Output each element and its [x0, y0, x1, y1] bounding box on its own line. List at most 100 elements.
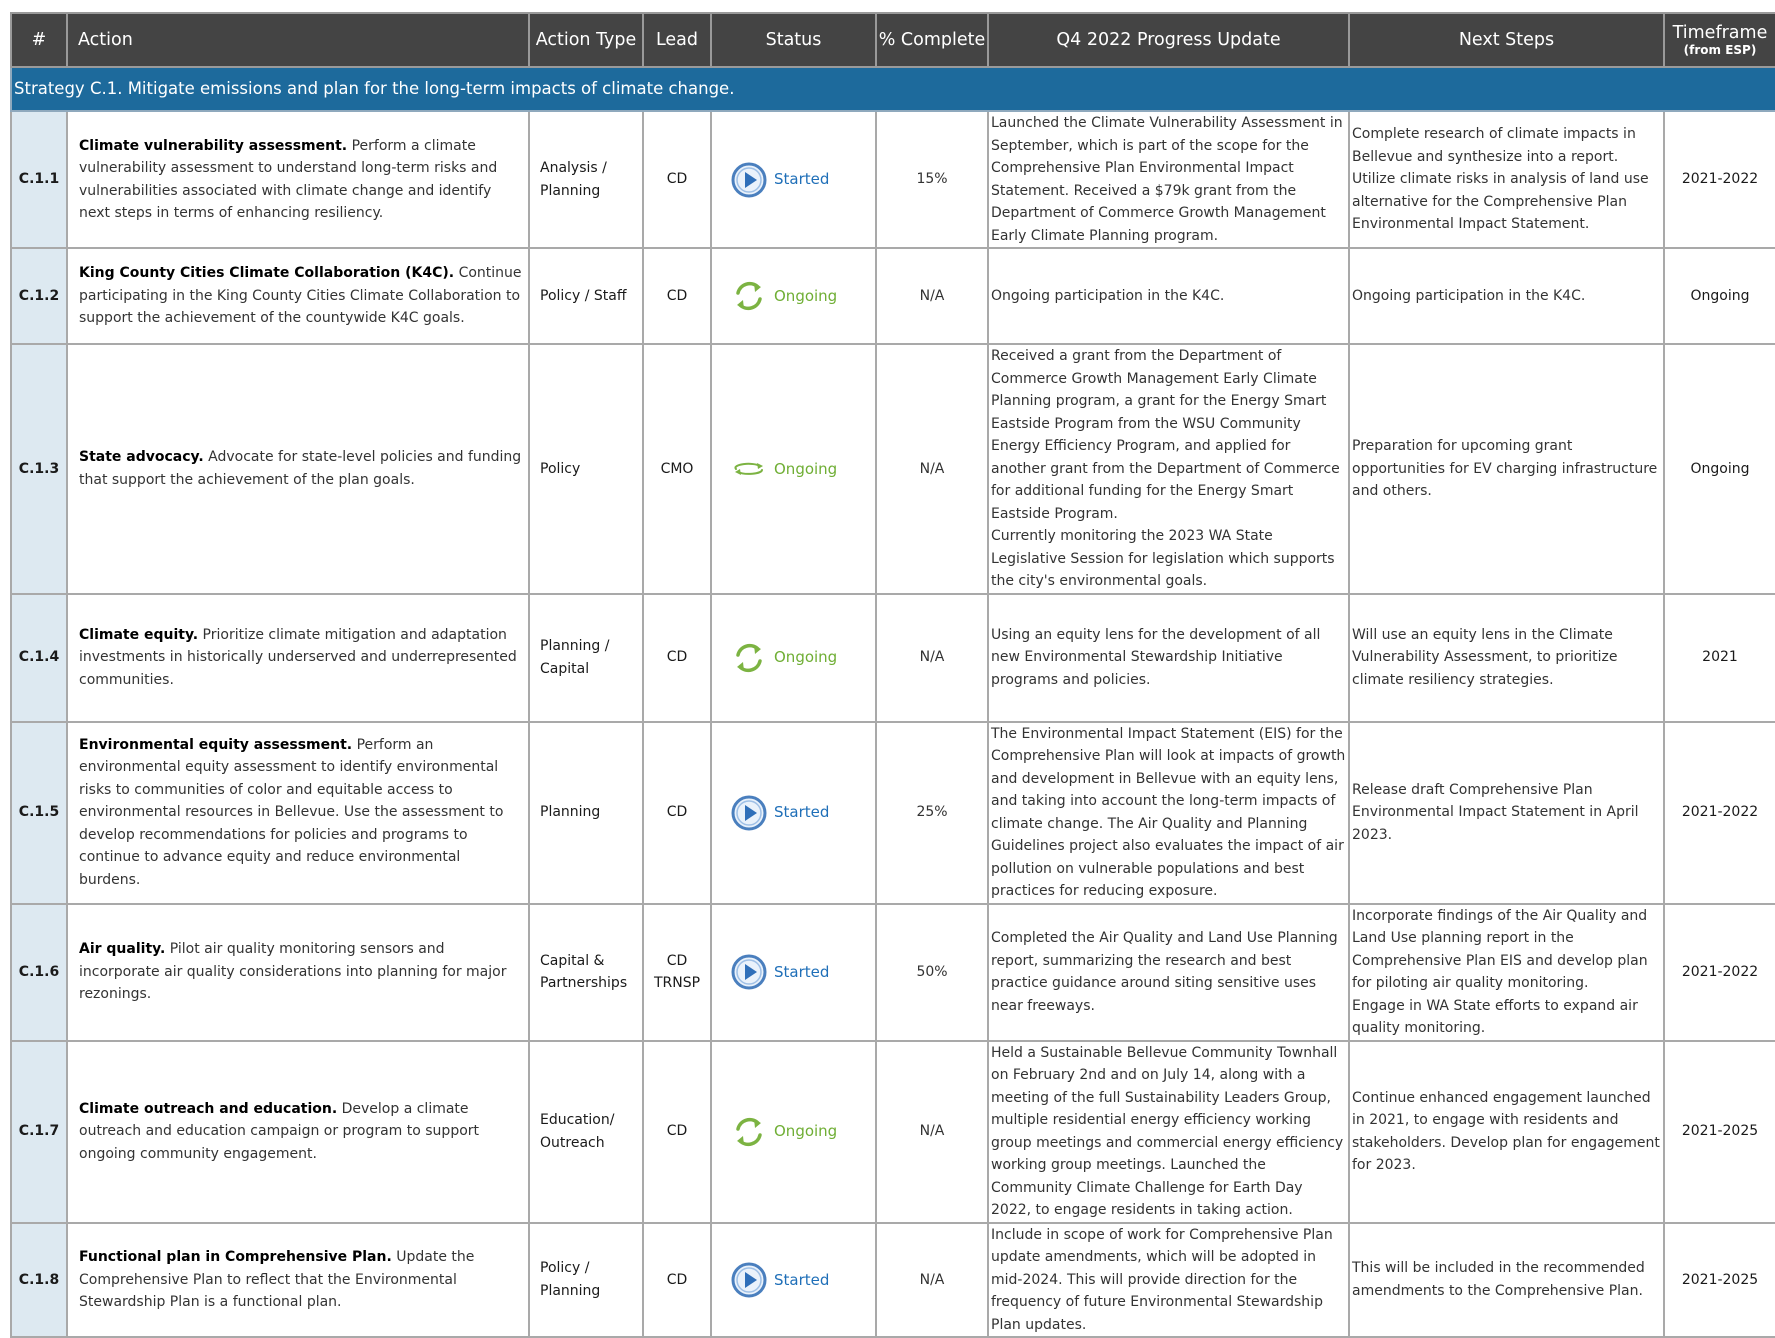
pct-complete[interactable]: 25%: [875, 720, 989, 905]
progress-update-cell[interactable]: Launched the Climate Vulnerability Asses…: [987, 110, 1350, 249]
pct-complete[interactable]: N/A: [875, 1039, 989, 1224]
timeframe[interactable]: 2021-2022: [1663, 902, 1775, 1042]
lead-cell[interactable]: CD TRNSP: [642, 902, 712, 1042]
pct-complete[interactable]: N/A: [875, 1221, 989, 1338]
action-id[interactable]: C.1.1: [10, 110, 68, 249]
timeframe[interactable]: 2021: [1663, 592, 1775, 723]
lead-cell[interactable]: CD: [642, 592, 712, 723]
action-id[interactable]: C.1.4: [10, 592, 68, 723]
status-cell[interactable]: Started: [710, 902, 877, 1042]
action-id[interactable]: C.1.5: [10, 720, 68, 905]
lead: CD: [666, 649, 688, 666]
lead-cell[interactable]: CMO: [642, 343, 712, 595]
action-cell[interactable]: Climate equity. Prioritize climate mitig…: [66, 592, 530, 723]
action-type[interactable]: Planning: [528, 720, 644, 905]
action-title: Climate vulnerability assessment.: [79, 137, 348, 154]
pct-complete[interactable]: N/A: [875, 343, 989, 595]
play-circle-icon: [730, 953, 768, 991]
lead: CD: [666, 804, 688, 821]
next-steps-cell[interactable]: Release draft Comprehensive Plan Environ…: [1348, 720, 1665, 905]
lead-cell[interactable]: CD: [642, 1039, 712, 1224]
progress-update-cell[interactable]: Received a grant from the Department of …: [987, 343, 1350, 595]
action-cell[interactable]: Functional plan in Comprehensive Plan. U…: [66, 1221, 530, 1338]
strategy-title[interactable]: Strategy C.1. Mitigate emissions and pla…: [10, 66, 1775, 112]
lead-cell[interactable]: CD: [642, 1221, 712, 1338]
action-type[interactable]: Policy / Planning: [528, 1221, 644, 1338]
action-title: Functional plan in Comprehensive Plan.: [79, 1249, 392, 1265]
timeframe[interactable]: 2021-2022: [1663, 720, 1775, 905]
recycle-arrows-icon: [730, 639, 768, 677]
timeframe[interactable]: 2021-2025: [1663, 1039, 1775, 1224]
action-plan-table: # Action Action Type Lead Status % Compl…: [10, 12, 1775, 1338]
action-id[interactable]: C.1.8: [10, 1221, 68, 1338]
status-label: Started: [774, 962, 830, 981]
lead-cell[interactable]: CD: [642, 110, 712, 249]
status-cell[interactable]: Started: [710, 720, 877, 905]
progress-update: The Environmental Impact Statement (EIS)…: [991, 725, 1346, 900]
timeframe[interactable]: Ongoing: [1663, 247, 1775, 345]
progress-update-cell[interactable]: The Environmental Impact Statement (EIS)…: [987, 720, 1350, 905]
col-header-pct-complete[interactable]: % Complete: [875, 12, 989, 68]
pct-complete[interactable]: 50%: [875, 902, 989, 1042]
col-header-num[interactable]: #: [10, 12, 68, 68]
lead-cell[interactable]: CD: [642, 720, 712, 905]
action-cell[interactable]: King County Cities Climate Collaboration…: [66, 247, 530, 345]
next-steps-cell[interactable]: Preparation for upcoming grant opportuni…: [1348, 343, 1665, 595]
action-type[interactable]: Capital & Partnerships: [528, 902, 644, 1042]
col-header-lead[interactable]: Lead: [642, 12, 712, 68]
next-steps-cell[interactable]: Complete research of climate impacts in …: [1348, 110, 1665, 249]
action-type[interactable]: Education/ Outreach: [528, 1039, 644, 1224]
pct-complete[interactable]: N/A: [875, 592, 989, 723]
timeframe-label: Timeframe: [1672, 23, 1768, 43]
next-steps-cell[interactable]: Continue enhanced engagement launched in…: [1348, 1039, 1665, 1224]
pct-complete[interactable]: N/A: [875, 247, 989, 345]
table-row: C.1.4 Climate equity. Prioritize climate …: [10, 592, 1775, 723]
col-header-action[interactable]: Action: [66, 12, 530, 68]
action-id[interactable]: C.1.7: [10, 1039, 68, 1224]
action-type[interactable]: Policy / Staff: [528, 247, 644, 345]
timeframe[interactable]: 2021-2022: [1663, 110, 1775, 249]
status-cell[interactable]: Started: [710, 110, 877, 249]
next-steps-cell[interactable]: This will be included in the recommended…: [1348, 1221, 1665, 1338]
next-steps-cell[interactable]: Incorporate findings of the Air Quality …: [1348, 902, 1665, 1042]
action-id[interactable]: C.1.2: [10, 247, 68, 345]
col-header-next-steps[interactable]: Next Steps: [1348, 12, 1665, 68]
col-header-timeframe[interactable]: Timeframe (from ESP): [1663, 12, 1775, 68]
progress-update: Include in scope of work for Comprehensi…: [991, 1226, 1333, 1333]
progress-update-cell[interactable]: Ongoing participation in the K4C.: [987, 247, 1350, 345]
action-id[interactable]: C.1.6: [10, 902, 68, 1042]
action-id[interactable]: C.1.3: [10, 343, 68, 595]
lead-cell[interactable]: CD: [642, 247, 712, 345]
status-cell[interactable]: Ongoing: [710, 343, 877, 595]
next-steps-cell[interactable]: Ongoing participation in the K4C.: [1348, 247, 1665, 345]
action-cell[interactable]: Environmental equity assessment. Perform…: [66, 720, 530, 905]
col-header-action-type[interactable]: Action Type: [528, 12, 644, 68]
progress-update-cell[interactable]: Completed the Air Quality and Land Use P…: [987, 902, 1350, 1042]
action-cell[interactable]: Air quality. Pilot air quality monitorin…: [66, 902, 530, 1042]
status-cell[interactable]: Started: [710, 1221, 877, 1338]
play-circle-icon: [730, 161, 768, 199]
pct-complete[interactable]: 15%: [875, 110, 989, 249]
col-header-progress-update[interactable]: Q4 2022 Progress Update: [987, 12, 1350, 68]
strategy-row: Strategy C.1. Mitigate emissions and pla…: [10, 66, 1775, 112]
timeframe[interactable]: Ongoing: [1663, 343, 1775, 595]
status-cell[interactable]: Ongoing: [710, 592, 877, 723]
progress-update-cell[interactable]: Include in scope of work for Comprehensi…: [987, 1221, 1350, 1338]
status-cell[interactable]: Ongoing: [710, 1039, 877, 1224]
timeframe[interactable]: 2021-2025: [1663, 1221, 1775, 1338]
action-type[interactable]: Planning / Capital: [528, 592, 644, 723]
progress-update-cell[interactable]: Using an equity lens for the development…: [987, 592, 1350, 723]
action-type[interactable]: Analysis / Planning: [528, 110, 644, 249]
action-cell[interactable]: Climate outreach and education. Develop …: [66, 1039, 530, 1224]
action-cell[interactable]: State advocacy. Advocate for state-level…: [66, 343, 530, 595]
next-steps-cell[interactable]: Will use an equity lens in the Climate V…: [1348, 592, 1665, 723]
action-title: State advocacy.: [79, 449, 204, 466]
header-row: # Action Action Type Lead Status % Compl…: [10, 12, 1775, 68]
status-cell[interactable]: Ongoing: [710, 247, 877, 345]
action-cell[interactable]: Climate vulnerability assessment. Perfor…: [66, 110, 530, 249]
col-header-status[interactable]: Status: [710, 12, 877, 68]
action-type[interactable]: Policy: [528, 343, 644, 595]
timeframe-sublabel: (from ESP): [1683, 43, 1757, 57]
progress-update-cell[interactable]: Held a Sustainable Bellevue Community To…: [987, 1039, 1350, 1224]
progress-update: Held a Sustainable Bellevue Community To…: [991, 1044, 1344, 1219]
